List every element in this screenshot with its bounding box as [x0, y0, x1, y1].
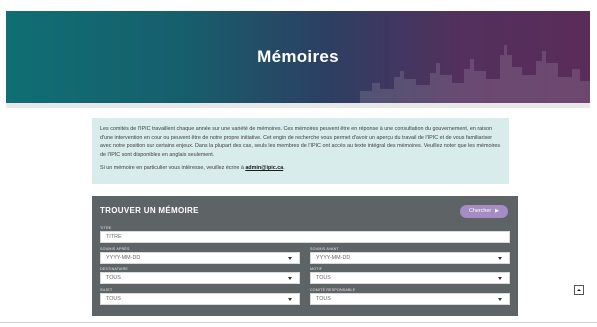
recipient-select[interactable]: TOUS [100, 272, 300, 284]
subject-label: SUJET [100, 288, 113, 292]
chevron-down-icon [282, 273, 299, 283]
submitted-after-select[interactable]: YYYY-MM-DD [100, 252, 300, 264]
submitted-after-label: SOUMIS APRÈS [100, 247, 130, 251]
page-divider [0, 322, 597, 323]
hero-banner: Mémoires [6, 11, 590, 103]
submitted-before-select[interactable]: YYYY-MM-DD [310, 252, 510, 264]
city-skyline-image [360, 45, 590, 103]
committee-value: TOUS [316, 296, 331, 302]
submitted-after-value: YYYY-MM-DD [106, 255, 141, 261]
submitted-before-label: SOUMIS AVANT [310, 247, 339, 251]
page-title: Mémoires [257, 47, 339, 66]
chevron-down-icon [492, 294, 509, 304]
recipient-value: TOUS [106, 275, 121, 281]
search-form-title: TROUVER UN MÉMOIRE [100, 206, 199, 215]
chevron-down-icon [492, 253, 509, 263]
chevron-down-icon [282, 294, 299, 304]
email-link[interactable]: admin@ipic.ca [245, 165, 283, 171]
reason-label: MOTIF [310, 267, 323, 271]
intro-panel: Les comités de l'IPIC travaillent chaque… [92, 118, 509, 184]
subject-value: TOUS [106, 296, 121, 302]
contact-suffix: . [283, 165, 285, 172]
search-button[interactable]: Chercher ▶ [460, 205, 508, 218]
chevron-down-icon [282, 253, 299, 263]
recipient-label: DESTINATAIRE [100, 267, 129, 271]
committee-select[interactable]: TOUS [310, 293, 510, 305]
chevron-down-icon [492, 273, 509, 283]
chevron-right-icon: ▶ [495, 208, 500, 214]
subject-select[interactable]: TOUS [100, 293, 300, 305]
submitted-before-value: YYYY-MM-DD [316, 255, 351, 261]
intro-paragraph: Les comités de l'IPIC travaillent chaque… [100, 126, 501, 158]
committee-label: COMITÉ RESPONSABLE [310, 288, 356, 292]
contact-paragraph: Si un mémoire en particulier vous intére… [100, 164, 501, 173]
search-form: TROUVER UN MÉMOIRE Chercher ▶ TITRE TITRE… [92, 196, 518, 316]
arrow-up-icon[interactable] [574, 285, 584, 295]
reason-value: TOUS [316, 275, 331, 281]
contact-text: Si un mémoire en particulier vous intére… [100, 165, 246, 172]
search-button-label: Chercher [468, 208, 492, 214]
hero-divider [6, 103, 590, 108]
title-input[interactable]: TITRE [100, 231, 510, 243]
title-label: TITRE [100, 226, 112, 230]
reason-select[interactable]: TOUS [310, 272, 510, 284]
